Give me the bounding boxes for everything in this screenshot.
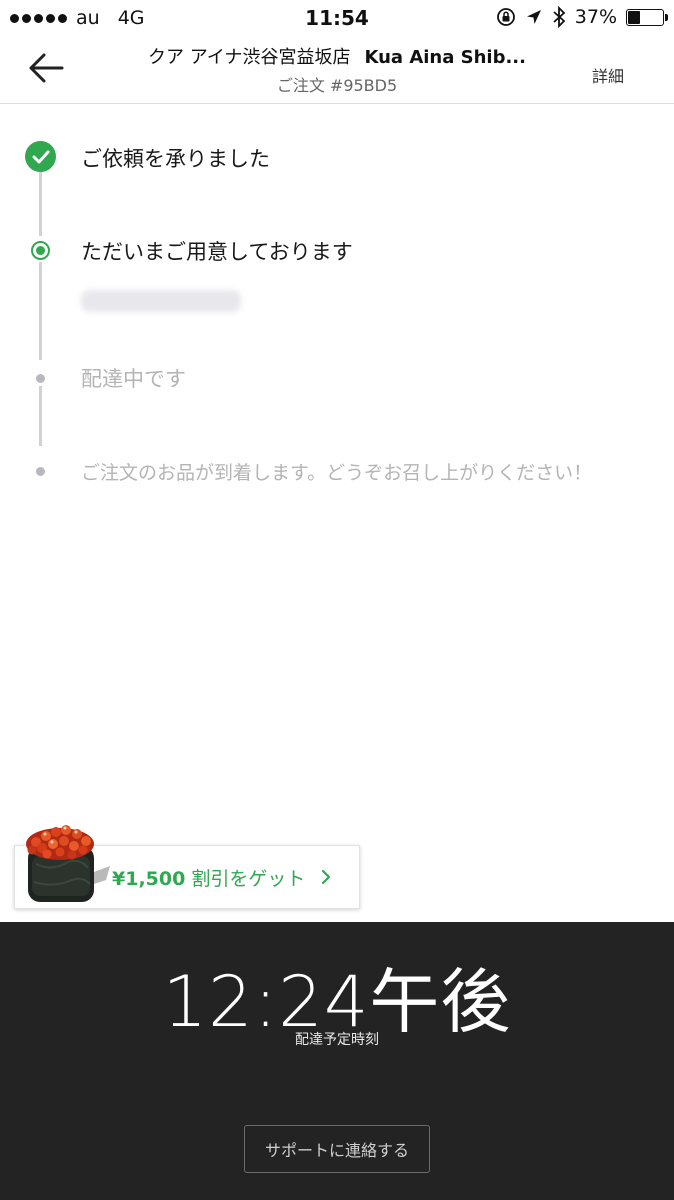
pending-step-dot-icon: [36, 374, 45, 383]
restaurant-name-en: Kua Aina Shib...: [364, 47, 526, 68]
orientation-lock-icon: [496, 8, 515, 26]
nav-title-block: クア アイナ渋谷宮益坂店 Kua Aina Shib... ご注文 #95BD5: [130, 43, 544, 96]
timeline-connector: [39, 172, 42, 236]
timeline-step-label: ご注文のお品が到着します。どうぞお召し上がりください！: [81, 462, 593, 484]
timeline-connector: [39, 262, 42, 360]
eta-panel: 12:24午後 配達予定時刻 サポートに連絡する: [0, 922, 674, 1200]
battery-icon: [626, 8, 668, 26]
blurred-address: [81, 290, 241, 312]
nav-header: クア アイナ渋谷宮益坂店 Kua Aina Shib... ご注文 #95BD5 …: [0, 36, 674, 104]
checkmark-icon: [25, 141, 56, 172]
status-right: 37%: [496, 6, 668, 28]
network-type: 4G: [117, 7, 145, 29]
timeline-step-label: ご依頼を承りました: [81, 147, 270, 171]
battery-percent: 37%: [574, 6, 617, 28]
pending-step-dot-icon: [36, 467, 45, 476]
location-arrow-icon: [526, 10, 541, 24]
timeline-step-label: ただいまご用意しております: [81, 240, 353, 264]
contact-support-button[interactable]: サポートに連絡する: [244, 1125, 430, 1173]
ikura-sushi-icon: [26, 825, 110, 902]
eta-caption: 配達予定時刻: [295, 1032, 379, 1048]
carrier-name: au: [76, 7, 100, 29]
battery-fill: [628, 10, 640, 24]
bluetooth-icon: [553, 6, 566, 28]
restaurant-name: クア アイナ渋谷宮益坂店 Kua Aina Shib...: [130, 43, 544, 69]
status-left: au 4G: [10, 7, 145, 29]
timeline-step-label: 配達中です: [81, 367, 186, 391]
promo-label: 割引をゲット: [191, 868, 306, 890]
promo-amount: ¥1,500: [112, 868, 186, 890]
back-button[interactable]: [24, 48, 68, 88]
details-link[interactable]: 詳細: [592, 63, 624, 87]
signal-dots-icon: [10, 13, 67, 23]
chevron-right-icon[interactable]: [320, 868, 332, 886]
status-bar: au 4G 11:54 37%: [0, 0, 674, 36]
restaurant-name-ja: クア アイナ渋谷宮益坂店: [147, 47, 351, 68]
current-step-indicator-icon: [31, 241, 50, 260]
timeline-connector: [39, 386, 42, 446]
order-number: ご注文 #95BD5: [276, 76, 398, 95]
promo-text[interactable]: ¥1,500 割引をゲット: [112, 864, 305, 891]
arrow-left-icon: [29, 53, 64, 83]
order-status-timeline: ご依頼を承りました ただいまご用意しております 配達中です ご注文のお品が到着し…: [0, 104, 674, 624]
